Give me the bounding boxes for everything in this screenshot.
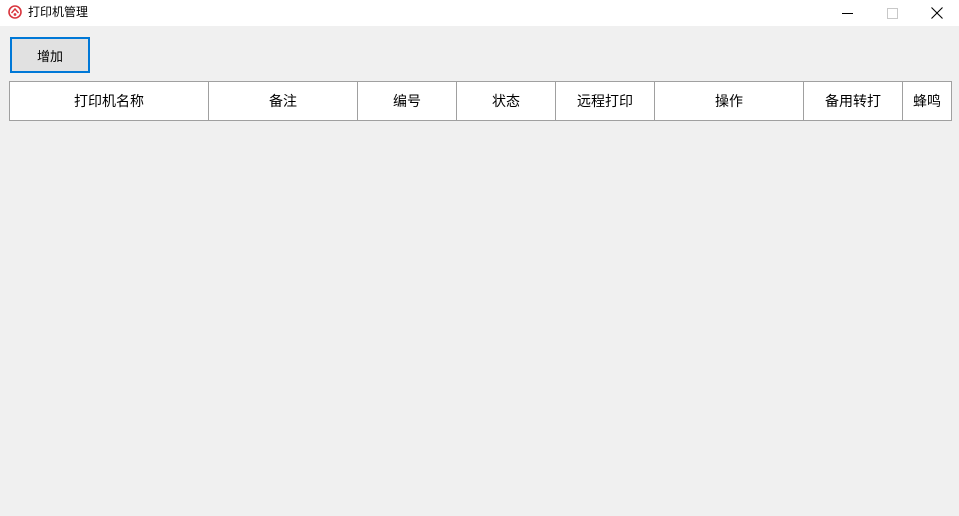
printer-table: 打印机名称 备注 编号 状态 远程打印 操作 备用转打 蜂鸣 xyxy=(9,81,952,121)
column-header-remote-print[interactable]: 远程打印 xyxy=(555,81,655,121)
title-bar[interactable]: 打印机管理 xyxy=(0,0,959,26)
add-printer-button[interactable]: 增加 xyxy=(10,37,90,73)
column-header-printer-name[interactable]: 打印机名称 xyxy=(9,81,209,121)
maximize-button[interactable] xyxy=(869,0,915,26)
table-header-row: 打印机名称 备注 编号 状态 远程打印 操作 备用转打 蜂鸣 xyxy=(9,81,952,121)
column-header-number[interactable]: 编号 xyxy=(357,81,457,121)
maximize-icon xyxy=(886,7,898,19)
printer-management-window: 打印机管理 增加 打印机名称 备注 编号 状态 远程打印 操作 备用转打 蜂鸣 xyxy=(0,0,959,516)
minimize-icon xyxy=(841,12,853,14)
column-header-buzzer[interactable]: 蜂鸣 xyxy=(902,81,952,121)
minimize-button[interactable] xyxy=(824,0,870,26)
table-header: 打印机名称 备注 编号 状态 远程打印 操作 备用转打 蜂鸣 xyxy=(9,81,952,121)
column-header-operation[interactable]: 操作 xyxy=(654,81,804,121)
close-button[interactable] xyxy=(914,0,959,26)
column-header-remark[interactable]: 备注 xyxy=(208,81,358,121)
column-header-status[interactable]: 状态 xyxy=(456,81,556,121)
window-title: 打印机管理 xyxy=(28,5,89,19)
column-header-backup-print[interactable]: 备用转打 xyxy=(803,81,903,121)
close-icon xyxy=(931,7,943,19)
printer-app-icon xyxy=(8,5,22,19)
